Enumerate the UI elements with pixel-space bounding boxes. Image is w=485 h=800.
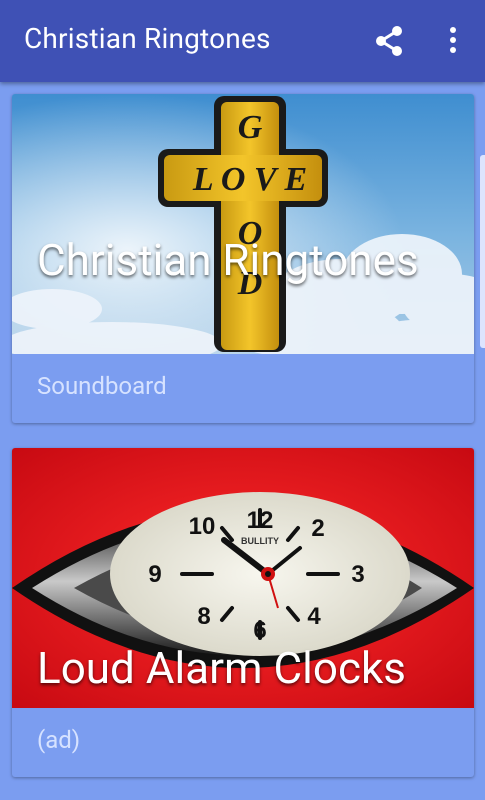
card-title: Loud Alarm Clocks (37, 642, 406, 694)
svg-text:4: 4 (307, 603, 321, 630)
card-subtitle: Soundboard (37, 372, 167, 400)
card-image: 12 2 3 4 6 8 9 10 BULLITY Loud Alarm Clo… (12, 448, 474, 708)
svg-text:12: 12 (247, 507, 274, 534)
svg-text:8: 8 (197, 603, 210, 630)
card-loud-alarm-clocks[interactable]: 12 2 3 4 6 8 9 10 BULLITY Loud Alarm Clo… (12, 448, 474, 777)
app-bar: Christian Ringtones (0, 0, 485, 82)
svg-text:3: 3 (351, 561, 364, 588)
card-christian-ringtones[interactable]: G L O V E O D Christian Ringtones Soundb… (12, 94, 474, 423)
svg-text:10: 10 (189, 513, 216, 540)
svg-text:L O V E: L O V E (192, 161, 307, 198)
svg-text:BULLITY: BULLITY (241, 536, 279, 546)
card-image: G L O V E O D Christian Ringtones (12, 94, 474, 354)
card-title: Christian Ringtones (37, 234, 419, 286)
scrollbar[interactable] (480, 155, 485, 348)
share-icon[interactable] (372, 24, 406, 58)
more-vert-icon[interactable] (440, 24, 466, 58)
svg-text:2: 2 (311, 515, 324, 542)
app-title: Christian Ringtones (24, 22, 271, 55)
svg-text:9: 9 (148, 561, 161, 588)
svg-text:G: G (238, 109, 263, 146)
svg-text:6: 6 (253, 617, 266, 644)
card-subtitle: (ad) (37, 726, 81, 754)
